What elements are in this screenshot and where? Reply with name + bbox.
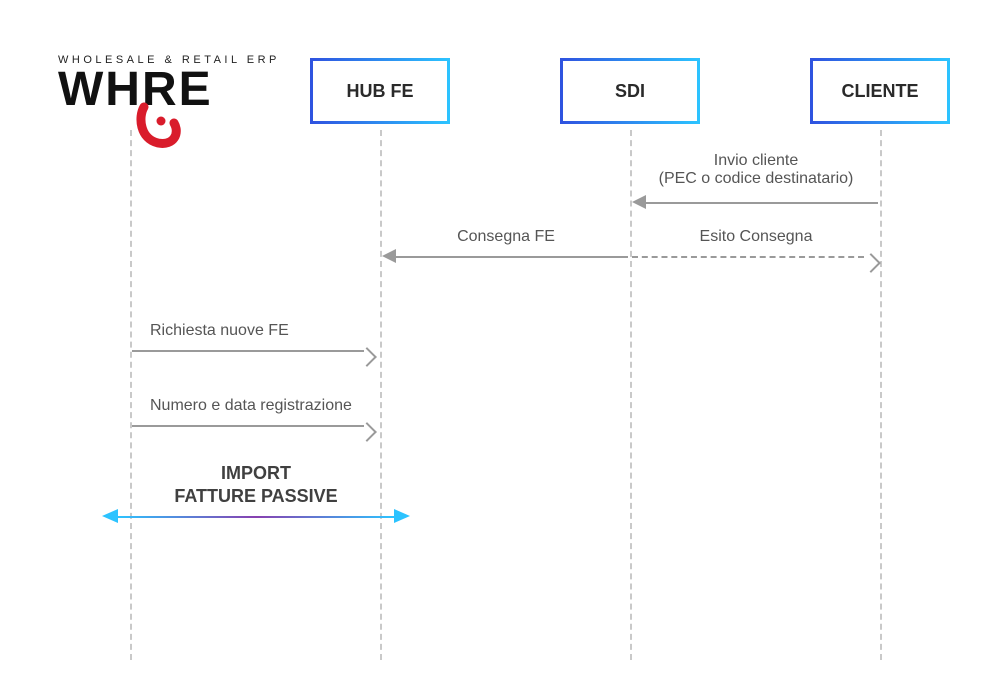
arrow-richiesta-nuove <box>132 350 364 352</box>
arrowhead-import-left <box>102 509 118 523</box>
arrowhead-consegna-fe <box>382 249 396 263</box>
arrow-import-bidirectional <box>118 516 394 518</box>
arrow-consegna-fe <box>396 256 628 258</box>
arrowhead-invio-cliente <box>632 195 646 209</box>
actor-sdi: SDI <box>560 58 700 124</box>
arrow-esito-consegna <box>632 256 864 258</box>
arrow-numero-data <box>132 425 364 427</box>
lifeline-sdi <box>630 130 632 660</box>
arrow-invio-cliente <box>646 202 878 204</box>
actor-cliente: CLIENTE <box>810 58 950 124</box>
where-logo: WHOLESALE & RETAIL ERP WH RE <box>58 54 280 111</box>
arrowhead-import-right <box>394 509 410 523</box>
arrowhead-esito-consegna <box>861 253 881 273</box>
sequence-diagram: WHOLESALE & RETAIL ERP WH RE HUB FE SDI … <box>0 0 1000 690</box>
lifeline-where <box>130 130 132 660</box>
msg-consegna-fe: Consegna FE <box>382 228 630 246</box>
msg-numero-data: Numero e data registrazione <box>132 397 380 415</box>
logo-wordmark: WH RE <box>58 68 280 111</box>
msg-richiesta-nuove: Richiesta nuove FE <box>132 322 380 340</box>
msg-invio-cliente: Invio cliente (PEC o codice destinatario… <box>632 152 880 188</box>
lifeline-hub <box>380 130 382 660</box>
logo-part1: WH <box>58 63 142 116</box>
label-import-fatture: IMPORT FATTURE PASSIVE <box>132 462 380 509</box>
msg-esito-consegna: Esito Consegna <box>632 228 880 246</box>
lifeline-cliente <box>880 130 882 660</box>
actor-hub-fe: HUB FE <box>310 58 450 124</box>
